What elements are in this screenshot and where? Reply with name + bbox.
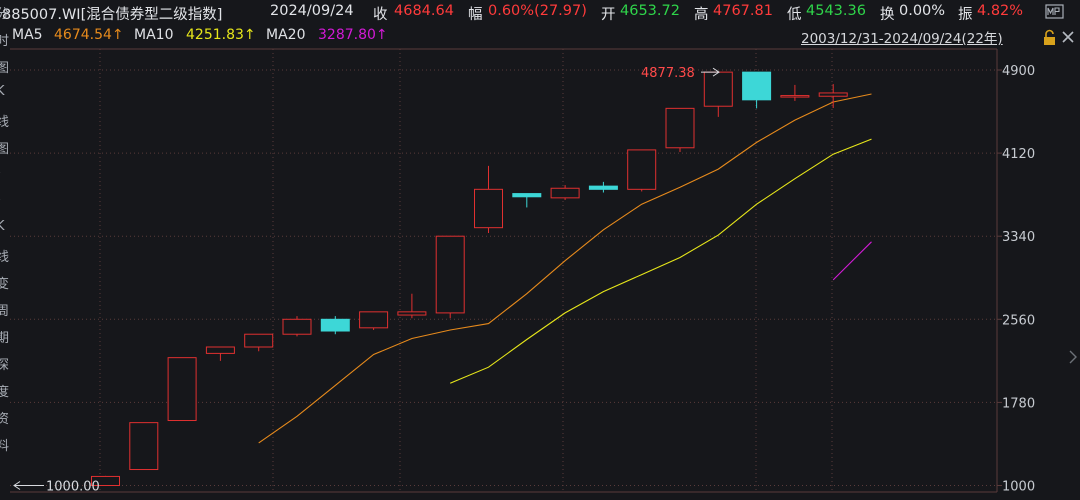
candle-body [818,92,848,97]
min-price-arrow [13,481,44,490]
candle [550,185,580,200]
candle [244,333,274,352]
plot-area: 1000 1780 2560 3340 4120 4900 4877.38 1000.00 [10,48,1035,495]
candle-body [435,235,465,314]
candle-body [205,346,235,354]
max-price-label: 4877.38 [641,66,695,81]
candle [742,71,772,109]
min-price-label: 1000.00 [46,480,100,495]
y-tick-label: 4900 [1002,64,1035,79]
candle [474,165,503,234]
candle [129,422,159,471]
candle-body [244,333,274,348]
candle-body [550,187,580,199]
candle-body [167,357,197,422]
candle [818,84,848,108]
candle [320,316,350,335]
candle-body [588,185,618,190]
candle-body [282,318,312,335]
candle-body [397,311,427,316]
candle-body [742,71,772,101]
kline-chart: 1000 1780 2560 3340 4120 4900 4877.38 1000.00 [10,48,1035,495]
candle [665,107,695,153]
y-tick-label: 1780 [1002,396,1035,411]
ma20-line [832,241,872,281]
candle [780,84,810,101]
candle [512,193,542,208]
candle-body [512,193,542,198]
candle [397,293,427,319]
candle [167,357,197,422]
candle-body [320,318,350,332]
candle [588,181,618,193]
y-tick-label: 3340 [1002,230,1035,245]
ma5-line [258,93,872,444]
y-tick-label: 4120 [1002,147,1035,162]
candle-body [703,71,733,107]
candle-body [780,95,810,98]
candle-body [359,311,389,329]
y-tick-label: 2560 [1002,313,1035,328]
candle [282,316,312,337]
ma10-line [449,138,872,384]
candle-body [129,422,159,471]
candle-body [474,188,503,229]
candle [359,311,389,330]
y-tick-label: 1000 [1002,480,1035,495]
candle-body [665,107,695,149]
candle [205,346,235,361]
candle [627,149,657,192]
candle-body [627,149,657,190]
candle [703,71,733,117]
candle [435,235,465,319]
